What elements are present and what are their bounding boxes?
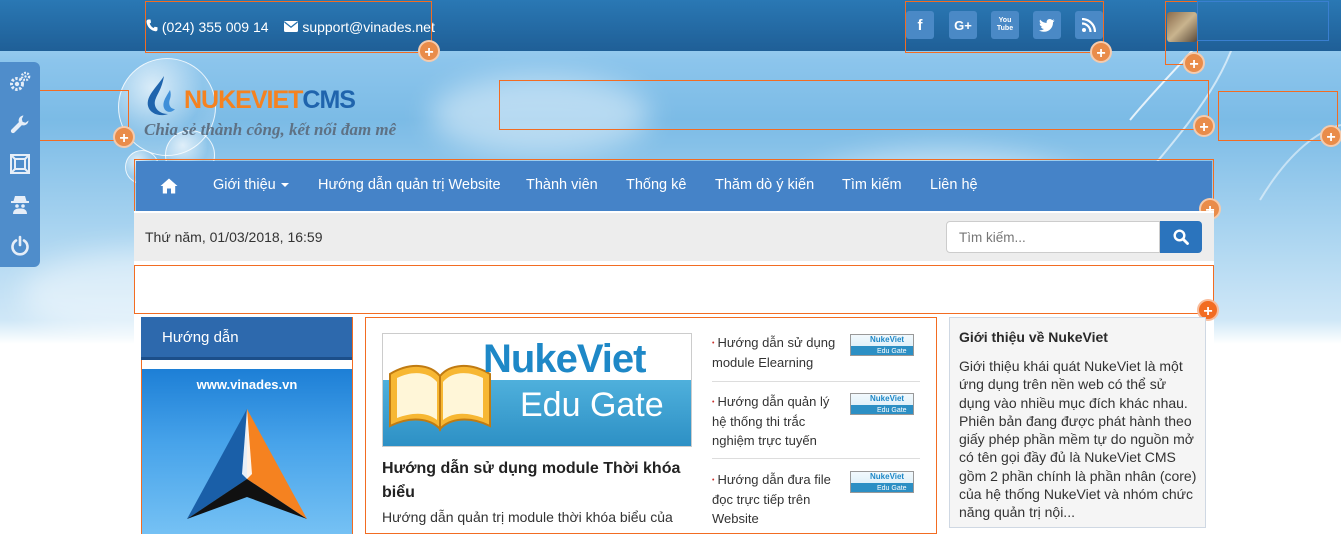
featured-image-sub: Edu Gate xyxy=(520,386,664,424)
news-item-title[interactable]: Hướng dẫn đưa file đọc trực tiếp trên We… xyxy=(712,470,840,528)
facebook-glyph: f xyxy=(917,16,923,34)
phone-icon xyxy=(146,19,158,35)
caret-down-icon xyxy=(280,183,289,188)
email-link[interactable]: support@vinades.net xyxy=(302,19,435,35)
facebook-icon[interactable]: f xyxy=(906,11,934,39)
left-column: Hướng dẫn www.vinades.vn xyxy=(141,317,353,534)
water-drop-logo-icon xyxy=(147,76,175,116)
featured-article-desc: Hướng dẫn quản trị module thời khóa biểu… xyxy=(382,509,673,525)
user-avatar[interactable] xyxy=(1167,12,1197,42)
nav-item-lien-he[interactable]: Liên hệ xyxy=(930,161,978,211)
vinades-logo-icon xyxy=(187,409,307,519)
google-plus-glyph: G+ xyxy=(954,17,972,33)
add-block-button[interactable]: + xyxy=(1193,115,1215,137)
thumb-sub: Edu Gate xyxy=(851,346,913,355)
home-icon[interactable] xyxy=(160,161,178,211)
search-input[interactable] xyxy=(946,221,1160,253)
add-block-button[interactable]: + xyxy=(418,40,440,62)
about-heading: Giới thiệu về NukeViet xyxy=(959,329,1108,345)
logo-brand-main: NUKEVIET xyxy=(184,86,303,114)
user-secret-icon[interactable] xyxy=(8,192,32,216)
nav-item-gioi-thieu[interactable]: Giới thiệu xyxy=(213,161,289,211)
gears-icon[interactable] xyxy=(8,70,32,94)
rss-icon[interactable] xyxy=(1075,11,1103,39)
power-icon[interactable] xyxy=(8,234,32,258)
logo-wordmark: NUKEVIETCMS xyxy=(184,86,356,115)
right-column-about: Giới thiệu về NukeViet Giới thiệu khái q… xyxy=(949,317,1206,528)
nav-item-tim-kiem[interactable]: Tìm kiếm xyxy=(842,161,902,211)
featured-article-image[interactable]: NukeViet Edu Gate xyxy=(382,333,692,447)
thumb-sub: Edu Gate xyxy=(851,405,913,414)
featured-image-brand: NukeViet xyxy=(483,337,646,381)
news-item-title[interactable]: Hướng dẫn sử dụng module Elearning xyxy=(712,333,840,372)
twitter-icon[interactable] xyxy=(1033,11,1061,39)
add-block-button[interactable]: + xyxy=(113,126,135,148)
top-bar: (024) 355 009 14 support@vinades.net f G… xyxy=(0,0,1341,51)
contact-info: (024) 355 009 14 support@vinades.net xyxy=(146,18,435,35)
youtube-icon[interactable]: You Tube xyxy=(991,11,1019,39)
nav-item-thong-ke[interactable]: Thống kê xyxy=(626,161,686,211)
logo-brand-suffix: CMS xyxy=(302,86,356,114)
date-search-bar: Thứ năm, 01/03/2018, 16:59 xyxy=(134,213,1214,261)
admin-toolbar xyxy=(0,62,40,267)
news-item[interactable]: Hướng dẫn đưa file đọc trực tiếp trên We… xyxy=(712,470,920,534)
thumb-brand: NukeViet xyxy=(870,335,905,344)
news-item[interactable]: Hướng dẫn sử dụng module Elearning NukeV… xyxy=(712,333,920,382)
vinades-banner[interactable]: www.vinades.vn xyxy=(142,369,352,534)
left-block-heading: Hướng dẫn xyxy=(141,317,352,360)
nav-item-thanh-vien[interactable]: Thành viên xyxy=(526,161,598,211)
news-item-title[interactable]: Hướng dẫn quản lý hệ thống thi trắc nghi… xyxy=(712,392,840,450)
wrench-icon[interactable] xyxy=(8,112,32,136)
add-block-button[interactable]: + xyxy=(1183,52,1205,74)
add-block-button[interactable]: + xyxy=(1320,125,1341,147)
add-block-button[interactable]: + xyxy=(1090,41,1112,63)
nav-item-huong-dan-quan-tri[interactable]: Hướng dẫn quản trị Website xyxy=(318,161,501,211)
youtube-glyph: You Tube xyxy=(996,17,1014,32)
site-slogan: Chia sẻ thành công, kết nối đam mê xyxy=(144,120,397,139)
news-thumbnail[interactable]: NukeViet Edu Gate xyxy=(850,471,914,493)
featured-article-title[interactable]: Hướng dẫn sử dụng module Thời khóa biểu xyxy=(382,457,692,505)
current-date: Thứ năm, 01/03/2018, 16:59 xyxy=(145,229,323,245)
envelope-icon xyxy=(284,19,299,35)
main-navigation: Giới thiệu Hướng dẫn quản trị Website Th… xyxy=(136,161,1212,211)
news-item[interactable]: Hướng dẫn quản lý hệ thống thi trắc nghi… xyxy=(712,392,920,459)
news-thumbnail[interactable]: NukeViet Edu Gate xyxy=(850,334,914,356)
search-button[interactable] xyxy=(1160,221,1202,253)
search-icon xyxy=(1173,229,1189,245)
nav-item-tham-do-y-kien[interactable]: Thăm dò ý kiến xyxy=(715,161,814,211)
thumb-sub: Edu Gate xyxy=(851,483,913,492)
about-body: Giới thiệu khái quát NukeViet là một ứng… xyxy=(959,358,1197,521)
main-column: NukeViet Edu Gate Hướng dẫn sử dụng modu… xyxy=(365,317,937,534)
layout-icon[interactable] xyxy=(8,152,32,176)
phone-number[interactable]: (024) 355 009 14 xyxy=(162,19,269,35)
google-plus-icon[interactable]: G+ xyxy=(949,11,977,39)
thumb-brand: NukeViet xyxy=(870,472,905,481)
news-thumbnail[interactable]: NukeViet Edu Gate xyxy=(850,393,914,415)
thumb-brand: NukeViet xyxy=(870,394,905,403)
nav-item-label: Giới thiệu xyxy=(213,177,276,193)
open-book-icon xyxy=(389,365,491,432)
